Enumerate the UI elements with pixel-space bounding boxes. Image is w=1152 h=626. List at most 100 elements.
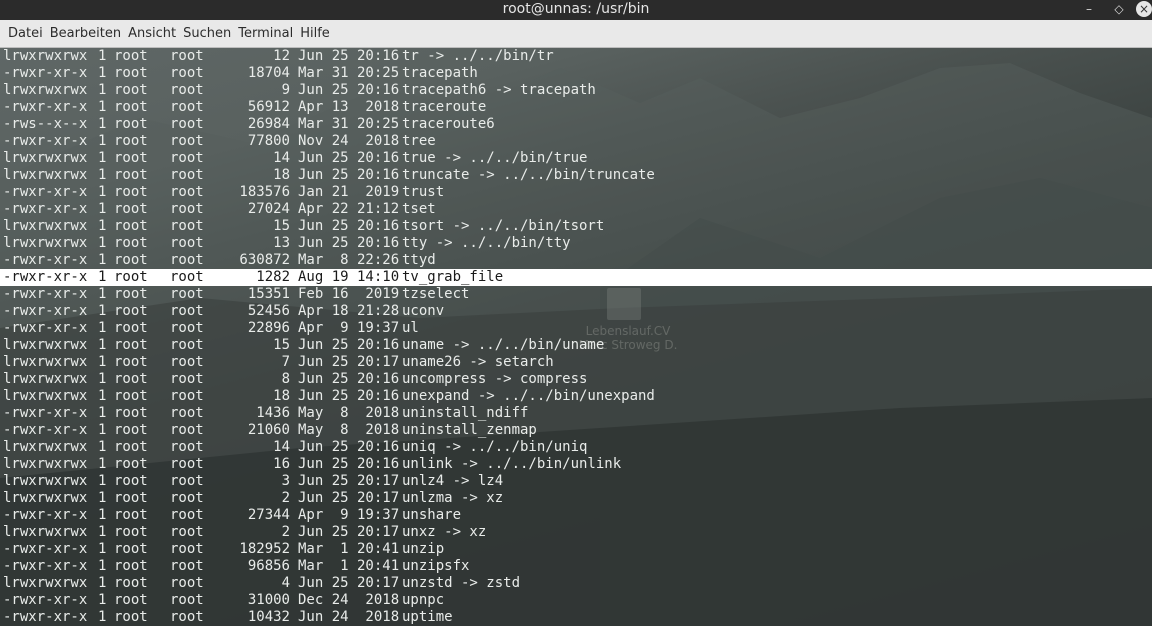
listing-row[interactable]: lrwxrwxrwx 1 root root 14 Jun 25 20:16 uniq ->… [0, 439, 1152, 456]
listing-row[interactable]: -rwxr-xr-x 1 root root 10432 Jun 24 2018 uptim… [0, 609, 1152, 626]
group-cell: root [170, 558, 204, 574]
listing-row[interactable]: lrwxrwxrwx 1 root root 2 Jun 25 20:17 unlzma -… [0, 490, 1152, 507]
date-cell: Jun 25 20:16 [298, 337, 400, 353]
owner-cell: root [114, 269, 148, 285]
date-cell: Mar 31 20:25 [298, 116, 400, 132]
listing-row[interactable]: -rwxr-xr-x 1 root root 27344 Apr 9 19:37 unsha… [0, 507, 1152, 524]
size-cell: 15351 [247, 286, 290, 302]
owner-cell: root [114, 235, 148, 251]
menu-datei[interactable]: Datei [4, 26, 47, 41]
listing-row[interactable]: lrwxrwxrwx 1 root root 4 Jun 25 20:17 unzstd -… [0, 575, 1152, 592]
filename-cell: ul [402, 320, 419, 336]
listing-row[interactable]: -rwxr-xr-x 1 root root 182952 Mar 1 20:41 unzi… [0, 541, 1152, 558]
permissions-cell: lrwxrwxrwx [3, 490, 88, 506]
permissions-cell: lrwxrwxrwx [3, 235, 88, 251]
listing-row[interactable]: lrwxrwxrwx 1 root root 14 Jun 25 20:16 true ->… [0, 150, 1152, 167]
listing-row[interactable]: lrwxrwxrwx 1 root root 3 Jun 25 20:17 unlz4 ->… [0, 473, 1152, 490]
terminal-output[interactable]: Lebenslauf.CV Marc Stroweg D. lrwxrwxrwx… [0, 48, 1152, 626]
links-cell: 1 [98, 354, 107, 370]
menu-terminal[interactable]: Terminal [234, 26, 297, 41]
listing-row[interactable]: lrwxrwxrwx 1 root root 15 Jun 25 20:16 tsort -… [0, 218, 1152, 235]
permissions-cell: -rwxr-xr-x [3, 252, 88, 268]
listing-row[interactable]: lrwxrwxrwx 1 root root 18 Jun 25 20:16 truncat… [0, 167, 1152, 184]
date-cell: Jun 25 20:16 [298, 218, 400, 234]
owner-cell: root [114, 609, 148, 625]
permissions-cell: -rws--x--x [3, 116, 88, 132]
permissions-cell: lrwxrwxrwx [3, 388, 88, 404]
filename-cell: unxz -> xz [402, 524, 487, 540]
date-cell: Dec 24 2018 [298, 592, 400, 608]
listing-row[interactable]: -rwxr-xr-x 1 root root 22896 Apr 9 19:37 ul [0, 320, 1152, 337]
listing-row[interactable]: lrwxrwxrwx 1 root root 18 Jun 25 20:16 unexpan… [0, 388, 1152, 405]
window-titlebar[interactable]: root@unnas: /usr/bin – ◇ × [0, 0, 1152, 20]
date-cell: Apr 9 19:37 [298, 320, 400, 336]
listing-row[interactable]: -rwxr-xr-x 1 root root 630872 Mar 8 22:26 ttyd [0, 252, 1152, 269]
group-cell: root [170, 99, 204, 115]
group-cell: root [170, 592, 204, 608]
listing-row[interactable]: -rwxr-xr-x 1 root root 183576 Jan 21 2019 trus… [0, 184, 1152, 201]
permissions-cell: -rwxr-xr-x [3, 201, 88, 217]
permissions-cell: lrwxrwxrwx [3, 524, 88, 540]
minimize-icon[interactable]: – [1077, 0, 1101, 20]
listing-row[interactable]: -rwxr-xr-x 1 root root 77800 Nov 24 2018 tree [0, 133, 1152, 150]
filename-cell: trust [402, 184, 445, 200]
permissions-cell: -rwxr-xr-x [3, 99, 88, 115]
size-cell: 12 [273, 48, 290, 64]
menu-hilfe[interactable]: Hilfe [296, 26, 334, 41]
links-cell: 1 [98, 439, 107, 455]
listing-row[interactable]: lrwxrwxrwx 1 root root 16 Jun 25 20:16 unlink … [0, 456, 1152, 473]
listing-row[interactable]: lrwxrwxrwx 1 root root 7 Jun 25 20:17 uname26 … [0, 354, 1152, 371]
links-cell: 1 [98, 490, 107, 506]
permissions-cell: -rwxr-xr-x [3, 65, 88, 81]
listing-row[interactable]: lrwxrwxrwx 1 root root 8 Jun 25 20:16 uncompre… [0, 371, 1152, 388]
owner-cell: root [114, 82, 148, 98]
listing-row[interactable]: -rwxr-xr-x 1 root root 31000 Dec 24 2018 upnpc [0, 592, 1152, 609]
size-cell: 26984 [247, 116, 290, 132]
links-cell: 1 [98, 167, 107, 183]
date-cell: Aug 19 14:10 [298, 269, 400, 285]
listing-row[interactable]: lrwxrwxrwx 1 root root 15 Jun 25 20:16 uname -… [0, 337, 1152, 354]
links-cell: 1 [98, 507, 107, 523]
listing-row[interactable]: lrwxrwxrwx 1 root root 13 Jun 25 20:16 tty -> … [0, 235, 1152, 252]
date-cell: Mar 1 20:41 [298, 558, 400, 574]
listing-row[interactable]: -rwxr-xr-x 1 root root 18704 Mar 31 20:25 trac… [0, 65, 1152, 82]
listing-row[interactable]: lrwxrwxrwx 1 root root 9 Jun 25 20:16 tracepat… [0, 82, 1152, 99]
listing-row[interactable]: -rwxr-xr-x 1 root root 21060 May 8 2018 uninst… [0, 422, 1152, 439]
menu-ansicht[interactable]: Ansicht [124, 26, 180, 41]
listing-row[interactable]: -rwxr-xr-x 1 root root 1436 May 8 2018 uninsta… [0, 405, 1152, 422]
group-cell: root [170, 184, 204, 200]
filename-cell: unlz4 -> lz4 [402, 473, 504, 489]
permissions-cell: lrwxrwxrwx [3, 167, 88, 183]
group-cell: root [170, 575, 204, 591]
listing-row[interactable]: lrwxrwxrwx 1 root root 2 Jun 25 20:17 unxz -> … [0, 524, 1152, 541]
listing-row[interactable]: -rwxr-xr-x 1 root root 96856 Mar 1 20:41 unzip… [0, 558, 1152, 575]
listing-row[interactable]: -rws--x--x 1 root root 26984 Mar 31 20:25 trac… [0, 116, 1152, 133]
close-icon[interactable]: × [1136, 1, 1152, 17]
size-cell: 10432 [247, 609, 290, 625]
links-cell: 1 [98, 405, 107, 421]
listing-row[interactable]: -rwxr-xr-x 1 root root 56912 Apr 13 2018 trace… [0, 99, 1152, 116]
size-cell: 18 [273, 388, 290, 404]
permissions-cell: lrwxrwxrwx [3, 575, 88, 591]
selected-listing-row[interactable]: -rwxr-xr-x 1 root root 1282 Aug 19 14:10 tv_gr… [0, 269, 1152, 286]
menu-suchen[interactable]: Suchen [179, 26, 235, 41]
menu-bearbeiten[interactable]: Bearbeiten [46, 26, 125, 41]
owner-cell: root [114, 303, 148, 319]
group-cell: root [170, 422, 204, 438]
filename-cell: upnpc [402, 592, 445, 608]
listing-row[interactable]: lrwxrwxrwx 1 root root 12 Jun 25 20:16 tr -> .… [0, 48, 1152, 65]
group-cell: root [170, 507, 204, 523]
listing-row[interactable]: -rwxr-xr-x 1 root root 27024 Apr 22 21:12 tset [0, 201, 1152, 218]
maximize-icon[interactable]: ◇ [1107, 0, 1131, 20]
permissions-cell: -rwxr-xr-x [3, 286, 88, 302]
filename-cell: uniq -> ../../bin/uniq [402, 439, 588, 455]
group-cell: root [170, 524, 204, 540]
permissions-cell: -rwxr-xr-x [3, 609, 88, 625]
links-cell: 1 [98, 48, 107, 64]
listing-row[interactable]: -rwxr-xr-x 1 root root 15351 Feb 16 2019 tzsel… [0, 286, 1152, 303]
listing-row[interactable]: -rwxr-xr-x 1 root root 52456 Apr 18 21:28 ucon… [0, 303, 1152, 320]
date-cell: Apr 13 2018 [298, 99, 400, 115]
links-cell: 1 [98, 235, 107, 251]
filename-cell: tr -> ../../bin/tr [402, 48, 554, 64]
group-cell: root [170, 320, 204, 336]
